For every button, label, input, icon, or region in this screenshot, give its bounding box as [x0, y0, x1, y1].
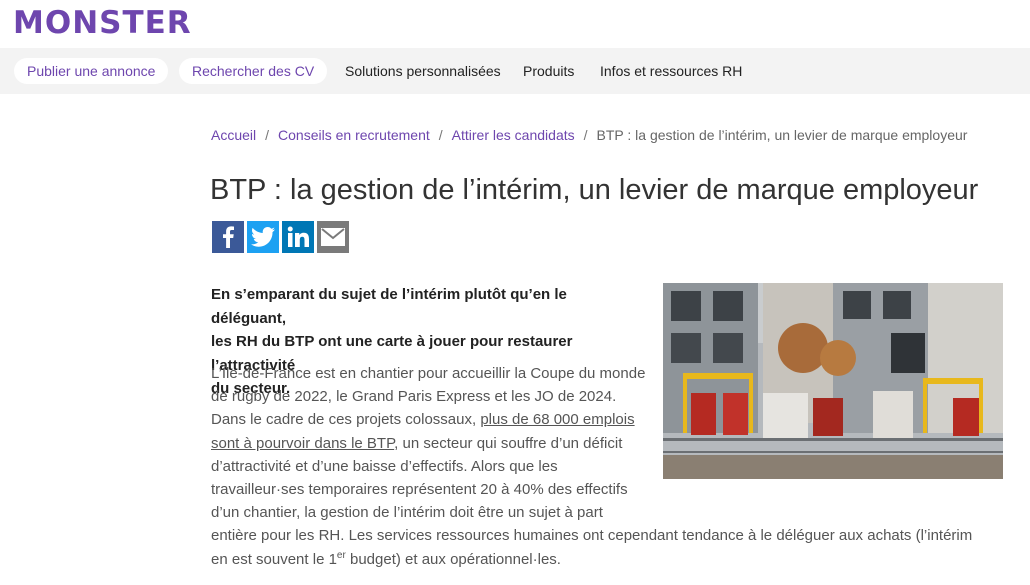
body-text: Dans le cadre de ces projets colossaux,	[211, 411, 481, 429]
body-line: de rugby de 2022, le Grand Paris Express…	[211, 388, 617, 406]
logo-text: MONSTER	[13, 5, 192, 41]
superscript: er	[336, 549, 346, 561]
email-share-button[interactable]	[317, 221, 349, 253]
nav-solutions[interactable]: Solutions personnalisées	[345, 58, 501, 84]
body-line: L’Île-de-France est en chantier pour acc…	[211, 365, 646, 382]
publish-job-button[interactable]: Publier une annonce	[14, 58, 169, 84]
breadcrumb-separator: /	[265, 127, 270, 143]
monster-logo[interactable]: MONSTER	[13, 6, 192, 40]
main-navigation: Publier une annonce Rechercher des CV So…	[0, 48, 1030, 94]
breadcrumb-attract[interactable]: Attirer les candidats	[452, 127, 575, 143]
body-line: entière pour les RH. Les services ressou…	[211, 527, 973, 545]
body-line: travailleur·ses temporaires représentent…	[211, 481, 628, 499]
breadcrumb-advice[interactable]: Conseils en recrutement	[278, 127, 430, 143]
linkedin-icon	[287, 226, 309, 247]
facebook-share-button[interactable]	[212, 221, 244, 253]
lead-line: En s’emparant du sujet de l’intérim plut…	[211, 286, 567, 327]
search-cv-button[interactable]: Rechercher des CV	[179, 58, 328, 84]
facebook-icon	[223, 226, 234, 248]
body-line: Dans le cadre de ces projets colossaux, …	[211, 408, 991, 431]
share-bar	[212, 221, 349, 253]
nav-hr-resources[interactable]: Infos et ressources RH	[600, 58, 742, 84]
body-line: en est souvent le 1er budget) et aux opé…	[211, 548, 991, 571]
article-body: L’Île-de-France est en chantier pour acc…	[211, 362, 991, 571]
linkedin-share-button[interactable]	[282, 221, 314, 253]
nav-products[interactable]: Produits	[523, 58, 574, 84]
article-title: BTP : la gestion de l’intérim, un levier…	[210, 174, 979, 206]
body-text: budget) et aux opérationnel·les.	[345, 550, 561, 568]
twitter-icon	[251, 227, 275, 247]
breadcrumb: Accueil / Conseils en recrutement / Attirer …	[211, 127, 967, 143]
body-line: d’un chantier, la gestion de l’intérim d…	[211, 504, 603, 522]
breadcrumb-current: BTP : la gestion de l’intérim, un levier…	[596, 127, 968, 143]
header: MONSTER	[0, 0, 1030, 48]
btp-jobs-link[interactable]: sont à pourvoir dans le BTP	[211, 435, 394, 452]
breadcrumb-separator: /	[438, 127, 443, 143]
body-line: d’attractivité et d’une baisse d’effecti…	[211, 457, 558, 475]
body-text: en est souvent le 1	[211, 550, 337, 568]
breadcrumb-separator: /	[583, 127, 588, 143]
btp-jobs-link[interactable]: plus de 68 000 emplois	[480, 411, 634, 428]
email-icon	[321, 228, 345, 246]
body-line: sont à pourvoir dans le BTP, un secteur …	[211, 432, 991, 455]
twitter-share-button[interactable]	[247, 221, 279, 253]
body-text: , un secteur qui souffre d’un déficit	[394, 434, 623, 452]
breadcrumb-home[interactable]: Accueil	[211, 127, 256, 143]
